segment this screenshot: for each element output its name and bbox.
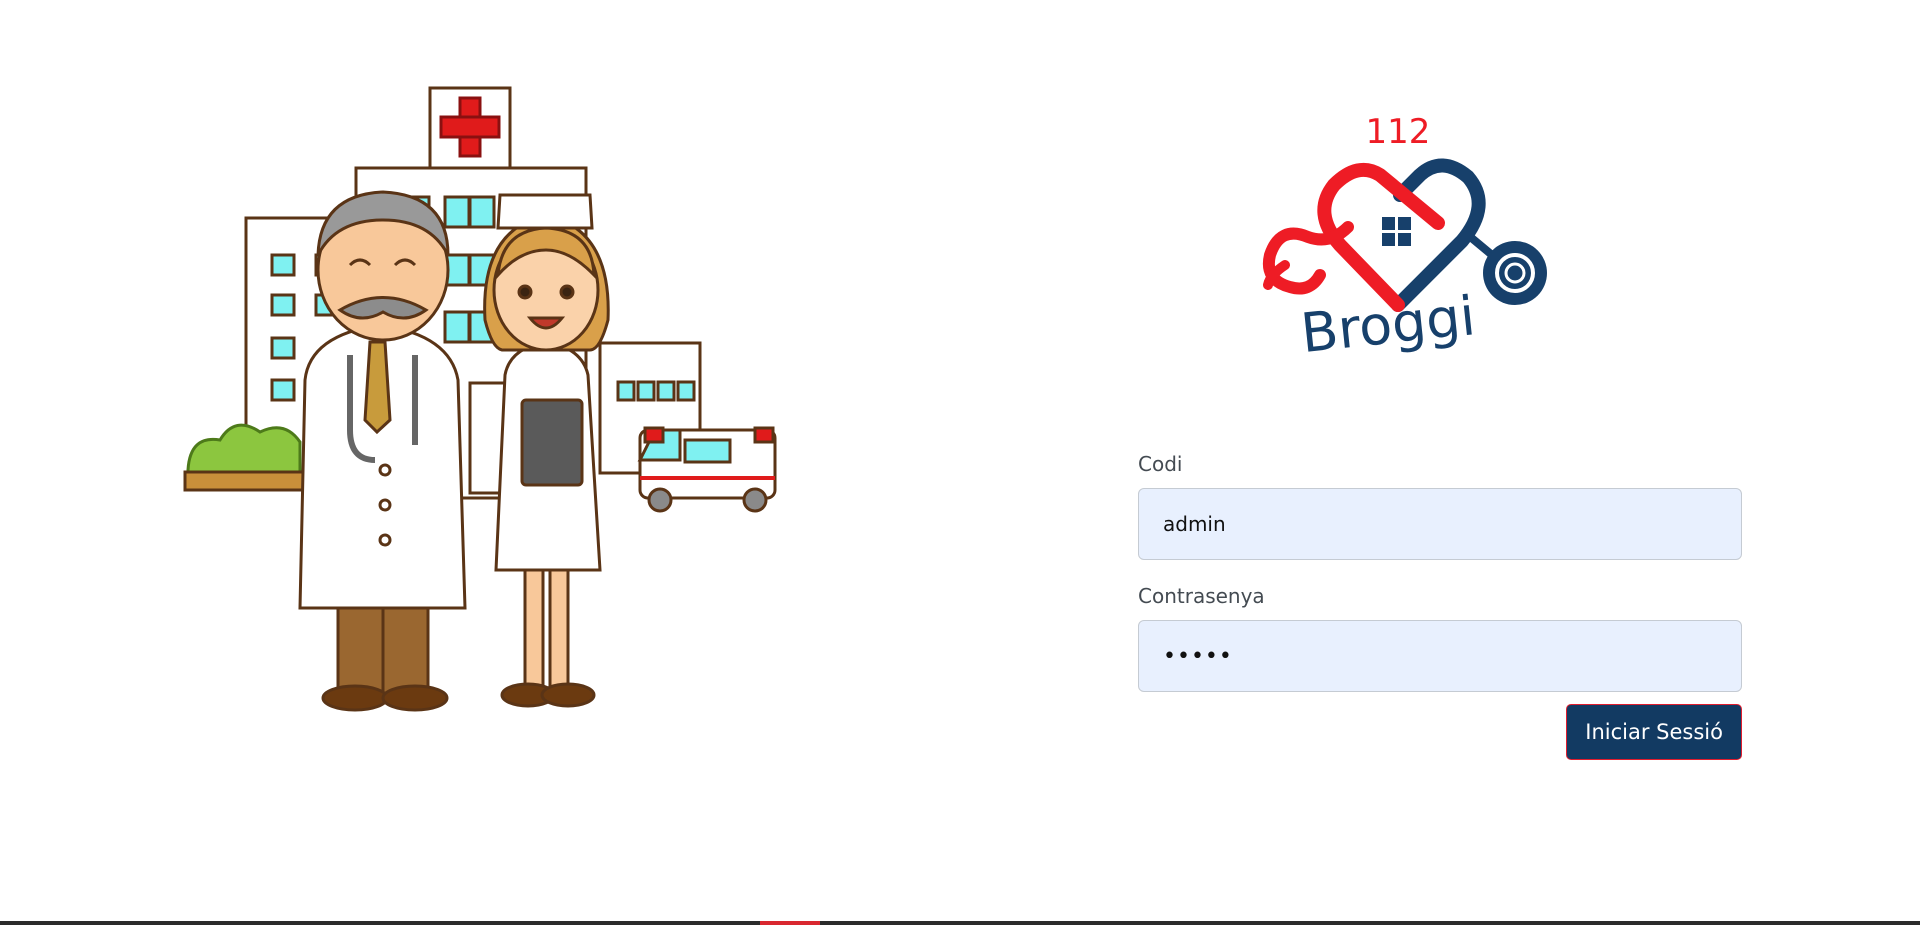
ambulance-icon — [637, 426, 777, 513]
form-actions: Iniciar Sessió — [1138, 704, 1742, 760]
code-label: Codi — [1138, 452, 1183, 476]
login-form: Codi Contrasenya Iniciar Sessió — [1138, 450, 1742, 760]
bush-icon — [183, 423, 317, 492]
login-page: 112 Broggi Codi Contrasenya — [0, 0, 1920, 925]
logo-number: 112 — [1366, 112, 1431, 152]
doctor-icon — [298, 190, 467, 712]
nurse-icon — [483, 193, 610, 708]
broggi-logo: 112 Broggi — [1263, 112, 1547, 365]
hospital-illustration — [183, 86, 777, 712]
password-label: Contrasenya — [1138, 584, 1265, 608]
code-input[interactable] — [1138, 488, 1742, 560]
login-button[interactable]: Iniciar Sessió — [1566, 704, 1742, 760]
bottom-bar-accent — [760, 921, 820, 925]
bottom-bar — [0, 921, 1920, 925]
house-window-icon — [1382, 217, 1411, 246]
password-input[interactable] — [1138, 620, 1742, 692]
logo-brand: Broggi — [1298, 284, 1478, 365]
